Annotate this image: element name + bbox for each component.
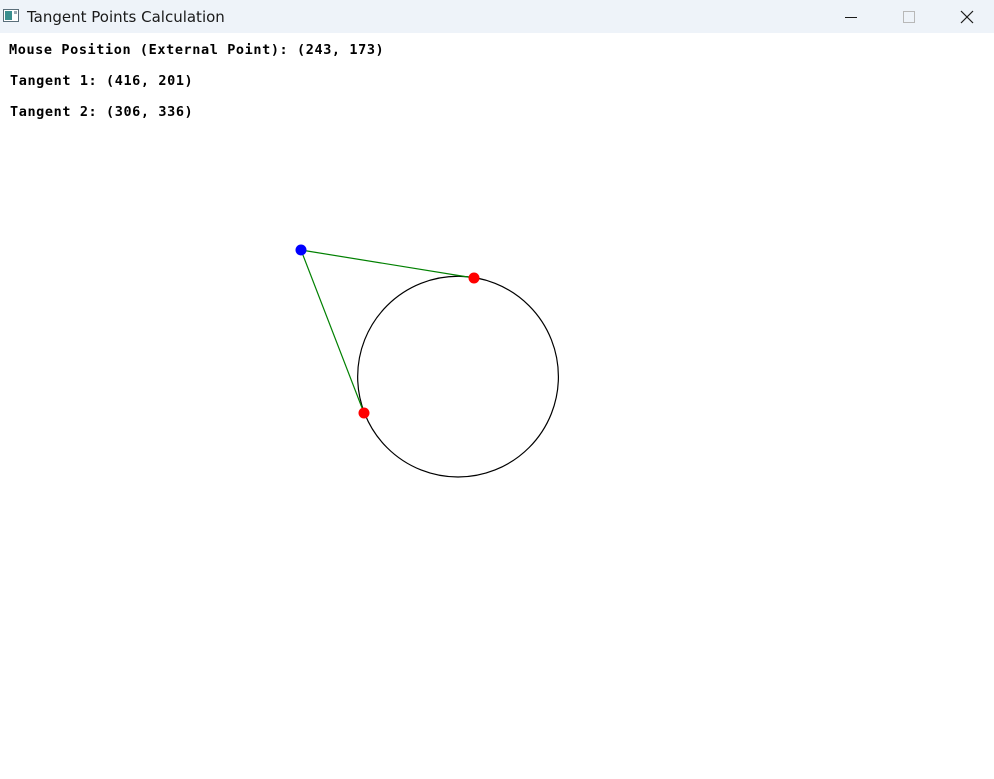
minimize-button[interactable] (822, 0, 880, 33)
maximize-icon (903, 10, 915, 23)
app-icon (3, 9, 19, 22)
tangent-line-2 (300, 249, 365, 414)
external-point[interactable] (295, 244, 307, 256)
scene-canvas[interactable] (0, 33, 994, 779)
maximize-button[interactable] (880, 0, 938, 33)
minimize-icon (845, 16, 857, 18)
app-window: Tangent Points Calculation Mouse Positio… (0, 0, 994, 779)
circle (357, 275, 560, 478)
drawing-area[interactable]: Mouse Position (External Point): (243, 1… (0, 33, 994, 779)
close-icon (960, 10, 974, 23)
window-title: Tangent Points Calculation (27, 8, 225, 26)
tangent-point-2 (358, 407, 370, 419)
close-button[interactable] (938, 0, 994, 33)
title-bar[interactable]: Tangent Points Calculation (0, 0, 994, 33)
tangent-point-1 (468, 272, 480, 284)
tangent-line-1 (300, 249, 475, 279)
